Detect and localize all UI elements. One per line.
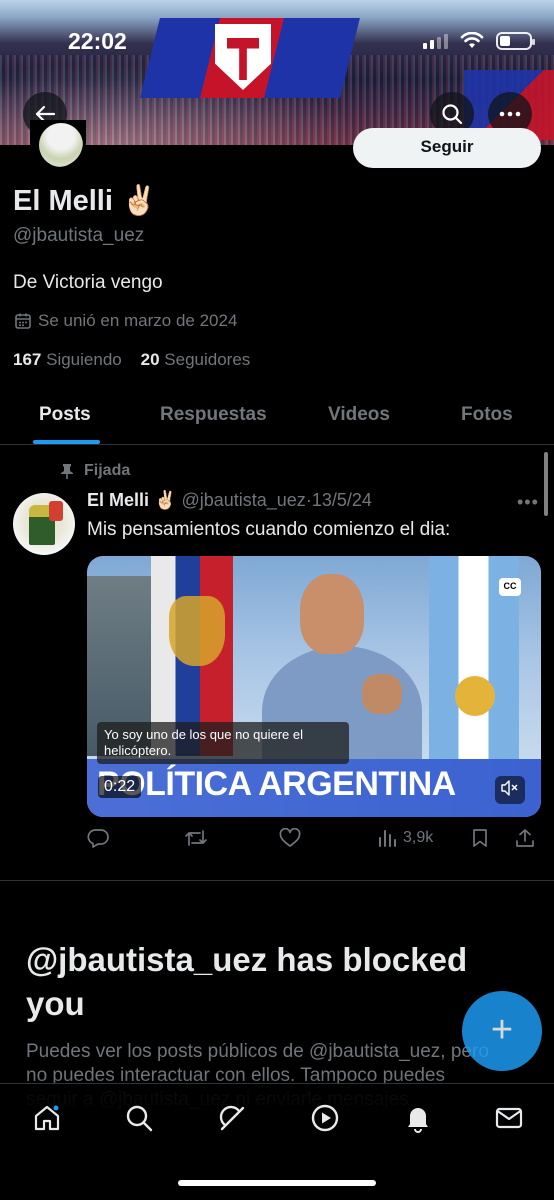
active-tab-indicator (33, 440, 100, 444)
post-actions: 3,9k (87, 828, 541, 856)
post-author[interactable]: El Melli ✌🏻 (87, 490, 176, 510)
repost-button[interactable] (184, 828, 208, 848)
signal-icon (423, 33, 448, 49)
share-icon (516, 829, 534, 847)
pin-icon (61, 464, 73, 479)
follow-counts: 167 Siguiendo 20 Seguidores (13, 350, 250, 370)
bookmark-button[interactable] (471, 828, 489, 848)
profile-name: El Melli ✌🏻 (13, 185, 158, 217)
reply-icon (87, 829, 109, 848)
search-icon (442, 104, 463, 125)
speaker-muted-icon (501, 780, 518, 796)
section-divider (0, 880, 554, 881)
status-bar: 22:02 (0, 28, 554, 58)
nav-home[interactable] (27, 1100, 67, 1136)
reply-button[interactable] (87, 828, 109, 848)
wifi-icon (460, 32, 484, 48)
video-emblem (169, 596, 225, 666)
joined-date: Se unió en marzo de 2024 (14, 311, 237, 331)
play-circle-icon (311, 1104, 339, 1132)
home-icon (34, 1105, 60, 1131)
tab-videos[interactable]: Videos (328, 404, 390, 426)
following-link[interactable]: 167 Siguiendo (13, 350, 122, 369)
battery-icon (496, 32, 535, 50)
video-caption: Yo soy uno de los que no quiere el helic… (97, 722, 349, 764)
heart-icon (279, 828, 301, 847)
following-label: Siguiendo (46, 350, 122, 369)
pinned-label: Fijada (60, 462, 130, 480)
tab-posts[interactable]: Posts (39, 404, 91, 426)
share-button[interactable] (515, 828, 535, 848)
nav-messages[interactable] (489, 1100, 529, 1136)
views-button[interactable]: 3,9k (377, 828, 433, 848)
video-sun (455, 676, 495, 716)
more-horizontal-icon (499, 111, 521, 117)
post-more-icon[interactable]: ••• (517, 492, 539, 513)
followers-count: 20 (140, 350, 160, 369)
video-banner: POLÍTICA ARGENTINA (87, 759, 541, 817)
post-video[interactable]: POLÍTICA ARGENTINA Yo soy uno de los que… (87, 556, 541, 817)
post-text: Mis pensamientos cuando comienzo el dia: (87, 519, 451, 540)
search-icon (126, 1105, 153, 1132)
nav-notifications[interactable] (398, 1100, 438, 1136)
video-duration: 0:22 (98, 776, 142, 798)
profile-avatar[interactable] (30, 120, 86, 170)
tab-photos[interactable]: Fotos (461, 404, 513, 426)
profile-handle: @jbautista_uez (13, 225, 145, 246)
repost-icon (185, 830, 207, 846)
post-handle[interactable]: @jbautista_uez (181, 490, 305, 510)
post-avatar[interactable] (13, 493, 75, 555)
views-count: 3,9k (403, 829, 434, 846)
compose-button[interactable]: + (462, 991, 542, 1071)
pinned-text: Fijada (84, 462, 131, 479)
captions-button[interactable]: CC (499, 578, 521, 596)
scrollbar[interactable] (544, 452, 548, 516)
nav-grok[interactable] (212, 1100, 252, 1136)
like-button[interactable] (279, 828, 301, 848)
following-count: 167 (13, 350, 42, 369)
mail-icon (495, 1107, 523, 1129)
follow-button[interactable]: Seguir (353, 128, 541, 168)
calendar-icon (15, 313, 31, 329)
bell-icon (408, 1108, 428, 1133)
profile-bio: De Victoria vengo (13, 272, 163, 293)
post-header: El Melli ✌🏻 @jbautista_uez·13/5/24 (87, 490, 372, 511)
followers-label: Seguidores (164, 350, 251, 369)
blocked-title: @jbautista_uez has blocked you (26, 941, 468, 1022)
nav-search[interactable] (119, 1100, 159, 1136)
tab-replies[interactable]: Respuestas (160, 404, 267, 426)
status-time: 22:02 (68, 28, 127, 54)
status-icons (423, 32, 535, 50)
joined-text: Se unió en marzo de 2024 (38, 311, 238, 330)
grok-icon (219, 1105, 245, 1131)
followers-link[interactable]: 20 Seguidores (141, 350, 251, 369)
video-banner-text: POLÍTICA ARGENTINA (97, 765, 456, 803)
mute-button[interactable] (495, 776, 525, 804)
views-chart-icon (379, 830, 396, 847)
post-date[interactable]: 13/5/24 (312, 490, 372, 510)
profile-tabs: Posts Respuestas Videos Fotos (0, 388, 554, 445)
home-indicator (178, 1180, 376, 1186)
bookmark-icon (473, 829, 487, 847)
nav-videos[interactable] (305, 1100, 345, 1136)
